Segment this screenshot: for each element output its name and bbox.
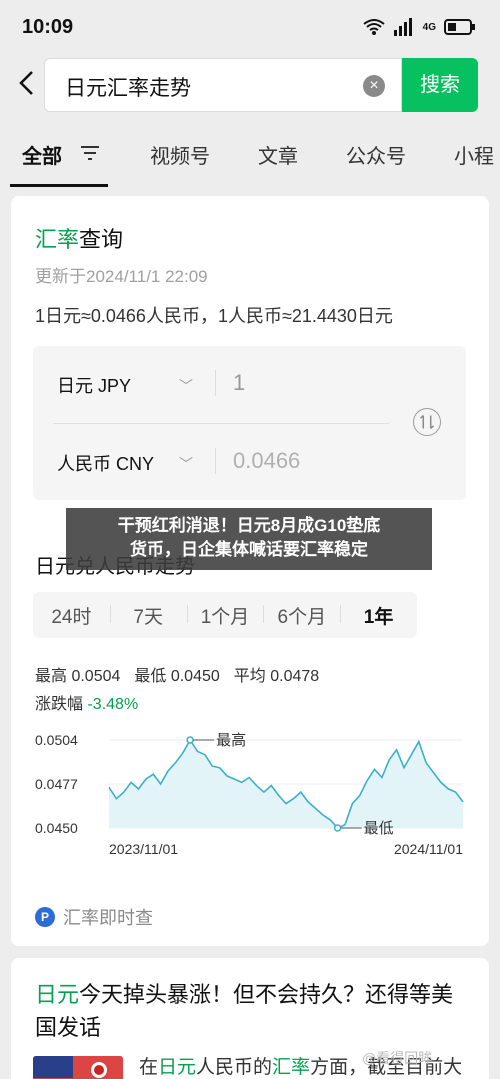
rate-line-chart[interactable]: 0.0504 0.0477 0.0450 最高最低 2023/11/01 2024/11/…: [33, 722, 473, 882]
tab-mini-programs[interactable]: 小程: [454, 140, 494, 169]
from-currency-select[interactable]: 日元 JPY: [57, 372, 131, 398]
search-button[interactable]: 搜索: [402, 58, 478, 112]
update-time: 更新于2024/11/1 22:09: [35, 267, 208, 286]
signal-icon: [393, 18, 412, 36]
currency-converter: 日元 JPY ﹀ 1 人民币 CNY ﹀ 0.0466: [33, 346, 466, 500]
low-point: [333, 824, 342, 832]
swap-icon[interactable]: [413, 408, 441, 436]
rate-service-icon: P: [35, 907, 55, 927]
filter-icon[interactable]: [80, 144, 100, 162]
tab-all[interactable]: 全部: [22, 140, 62, 169]
watermark: @看得回眸: [362, 1050, 433, 1066]
period-1y[interactable]: 1年: [340, 602, 417, 629]
high-point: [186, 736, 194, 744]
search-query: 日元汇率走势: [65, 77, 191, 100]
footer-label: 汇率即时查: [63, 908, 153, 928]
y-tick-label: 0.0477: [35, 776, 78, 792]
divider: [53, 423, 389, 424]
divider: [215, 370, 216, 396]
article-thumbnail: [33, 1056, 123, 1079]
stat-low: 最低 0.0450: [134, 668, 220, 685]
change-value: -3.48%: [87, 696, 139, 713]
tab-official-accounts[interactable]: 公众号: [346, 140, 406, 169]
article-title: 日元今天掉头暴涨！但不会持久？还得等美国发话: [35, 982, 454, 1040]
rates-line: 1日元≈0.0466人民币，1人民币≈21.4430日元: [35, 306, 393, 326]
search-row: 日元汇率走势 × 搜索: [0, 56, 500, 116]
low-label: 最低: [364, 820, 394, 837]
battery-icon: [444, 19, 475, 35]
tab-channels[interactable]: 视频号: [150, 140, 210, 169]
high-label: 最高: [216, 732, 246, 749]
change-label: 涨跌幅: [35, 696, 84, 713]
from-amount-input[interactable]: 1: [233, 370, 245, 396]
stat-high: 最高 0.0504: [35, 668, 121, 685]
period-selector: 24时 7天 1个月 6个月 1年: [33, 592, 417, 638]
filter-tabs: 全部 视频号 文章 公众号 小程: [0, 128, 500, 188]
clock: 10:09: [22, 16, 74, 38]
rate-stats: 最高 0.0504 最低 0.0450 平均 0.0478: [35, 662, 319, 686]
clear-icon[interactable]: ×: [363, 75, 385, 97]
chevron-down-icon[interactable]: ﹀: [179, 376, 193, 396]
divider: [215, 448, 216, 474]
y-tick-label: 0.0504: [35, 732, 78, 748]
change-line: 涨跌幅 -3.48%: [35, 690, 138, 714]
x-end-label: 2024/11/01: [394, 841, 463, 857]
overlay-line-1: 干预红利消退！日元8月成G10垫底: [117, 516, 381, 535]
search-input[interactable]: 日元汇率走势 ×: [44, 58, 402, 112]
wifi-icon: [363, 19, 385, 35]
period-6m[interactable]: 6个月: [263, 602, 340, 629]
status-bar: 10:09 4G: [0, 0, 500, 56]
period-24h[interactable]: 24时: [33, 602, 110, 629]
back-arrow-icon[interactable]: [14, 68, 42, 98]
stat-avg: 平均 0.0478: [233, 668, 320, 685]
x-start-label: 2023/11/01: [109, 841, 178, 857]
chevron-down-icon[interactable]: ﹀: [179, 454, 193, 474]
network-type: 4G: [422, 21, 436, 33]
tab-articles[interactable]: 文章: [258, 140, 298, 169]
news-overlay-banner[interactable]: 干预红利消退！日元8月成G10垫底 货币，日企集体喊话要汇率稳定: [66, 508, 432, 570]
card-title: 汇率查询: [35, 227, 124, 252]
to-currency-select[interactable]: 人民币 CNY: [57, 450, 154, 476]
exchange-rate-card: 汇率查询 更新于2024/11/1 22:09 1日元≈0.0466人民币，1人…: [11, 196, 489, 946]
overlay-line-2: 货币，日企集体喊话要汇率稳定: [130, 540, 368, 559]
period-1m[interactable]: 1个月: [186, 602, 264, 629]
to-amount-field: 0.0466: [233, 448, 301, 473]
active-tab-indicator: [10, 184, 108, 187]
period-7d[interactable]: 7天: [109, 602, 187, 629]
footer-link[interactable]: P 汇率即时查: [35, 904, 153, 930]
y-tick-label: 0.0450: [35, 820, 78, 836]
status-icons: 4G: [363, 18, 476, 36]
